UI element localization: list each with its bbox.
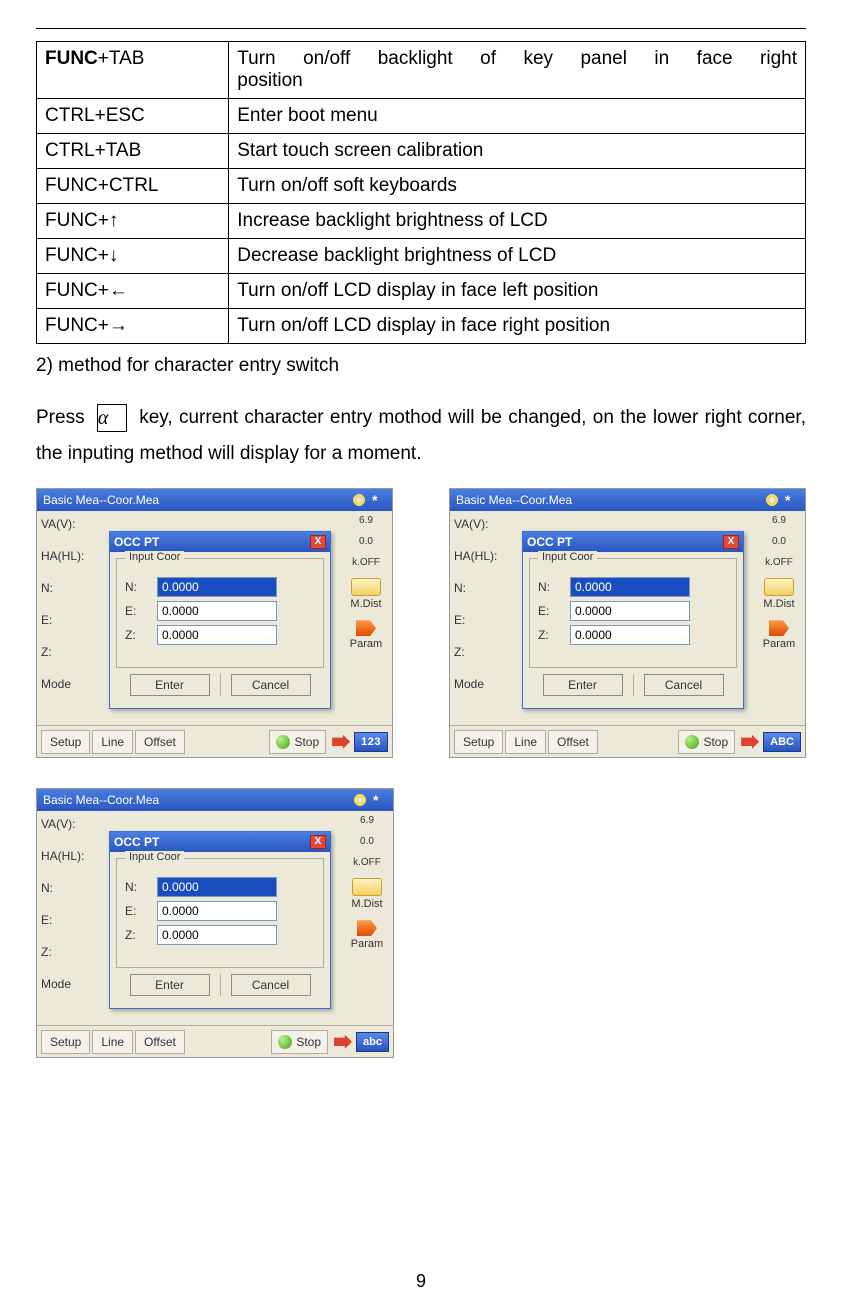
param-icon[interactable] bbox=[356, 620, 376, 636]
line-button[interactable]: Line bbox=[92, 1030, 133, 1054]
e-input[interactable] bbox=[157, 601, 277, 621]
setup-button[interactable]: Setup bbox=[41, 1030, 90, 1054]
shortcut-desc: Turn on/off soft keyboards bbox=[229, 169, 806, 204]
dialog-titlebar: OCC PT X bbox=[110, 532, 330, 552]
right-strip: 6.9 0.0 k.OFF M.Dist Param bbox=[342, 511, 390, 727]
table-row: CTRL+TAB Start touch screen calibration bbox=[37, 134, 806, 169]
n-input[interactable] bbox=[570, 577, 690, 597]
e-input[interactable] bbox=[570, 601, 690, 621]
offset-button[interactable]: Offset bbox=[135, 730, 185, 754]
table-row: CTRL+ESC Enter boot menu bbox=[37, 99, 806, 134]
press-paragraph: Press α key, current character entry mot… bbox=[36, 400, 806, 472]
input-mode-badge[interactable]: ABC bbox=[763, 732, 801, 752]
close-icon[interactable]: X bbox=[723, 535, 739, 549]
shortcut-desc: Start touch screen calibration bbox=[229, 134, 806, 169]
shortcuts-table: FUNC+TAB Turn on/off backlight of key pa… bbox=[36, 41, 806, 344]
bluetooth-icon: * bbox=[372, 493, 386, 507]
offset-button[interactable]: Offset bbox=[548, 730, 598, 754]
z-input[interactable] bbox=[570, 625, 690, 645]
window-title: Basic Mea--Coor.Mea bbox=[43, 493, 159, 507]
offset-button[interactable]: Offset bbox=[135, 1030, 185, 1054]
z-input[interactable] bbox=[157, 925, 277, 945]
mdist-icon[interactable] bbox=[351, 578, 381, 596]
close-icon[interactable]: X bbox=[310, 535, 326, 549]
gear-icon bbox=[352, 493, 366, 507]
mdist-icon[interactable] bbox=[352, 878, 382, 896]
table-row: FUNC+→ Turn on/off LCD display in face r… bbox=[37, 309, 806, 344]
gear-icon bbox=[765, 493, 779, 507]
bluetooth-icon: * bbox=[785, 493, 799, 507]
table-row: FUNC+TAB Turn on/off backlight of key pa… bbox=[37, 42, 806, 99]
param-icon[interactable] bbox=[357, 920, 377, 936]
stop-icon bbox=[278, 1035, 292, 1049]
key-rest: +TAB bbox=[98, 48, 145, 69]
line-button[interactable]: Line bbox=[505, 730, 546, 754]
setup-button[interactable]: Setup bbox=[41, 730, 90, 754]
table-row: FUNC+↑ Increase backlight brightness of … bbox=[37, 204, 806, 239]
e-input[interactable] bbox=[157, 901, 277, 921]
screenshot-abc-upper: Basic Mea--Coor.Mea* VA(V): HA(HL): N: E… bbox=[449, 488, 806, 758]
toolbar: Setup Line Offset Stop 123 bbox=[37, 725, 392, 757]
key-bold: FUNC bbox=[45, 48, 98, 69]
line-button[interactable]: Line bbox=[92, 730, 133, 754]
param-icon[interactable] bbox=[769, 620, 789, 636]
left-labels: VA(V): HA(HL): N: E: Z: Mode bbox=[37, 511, 97, 727]
red-arrow-icon bbox=[334, 1035, 352, 1049]
titlebar: Basic Mea--Coor.Mea * bbox=[37, 489, 392, 511]
shortcut-desc: Turn on/off LCD display in face left pos… bbox=[229, 274, 806, 309]
key-cell: FUNC+← bbox=[37, 274, 229, 309]
press-text-2: key, current character entry mothod will… bbox=[36, 407, 806, 464]
mdist-icon[interactable] bbox=[764, 578, 794, 596]
press-text-1: Press bbox=[36, 407, 85, 428]
bluetooth-icon: * bbox=[373, 793, 387, 807]
stop-icon bbox=[685, 735, 699, 749]
gear-icon bbox=[353, 793, 367, 807]
cancel-button[interactable]: Cancel bbox=[231, 974, 311, 996]
table-row: FUNC+CTRL Turn on/off soft keyboards bbox=[37, 169, 806, 204]
fieldset-legend: Input Coor bbox=[125, 551, 184, 563]
key-cell: CTRL+TAB bbox=[37, 134, 229, 169]
enter-button[interactable]: Enter bbox=[543, 674, 623, 696]
key-cell: FUNC+→ bbox=[37, 309, 229, 344]
close-icon[interactable]: X bbox=[310, 835, 326, 849]
red-arrow-icon bbox=[332, 735, 350, 749]
screenshot-123: Basic Mea--Coor.Mea * VA(V): HA(HL): N: … bbox=[36, 488, 393, 758]
input-mode-badge[interactable]: 123 bbox=[354, 732, 388, 752]
stop-button[interactable]: Stop bbox=[678, 730, 735, 754]
shortcut-desc: Increase backlight brightness of LCD bbox=[229, 204, 806, 239]
occ-pt-dialog: OCC PT X Input Coor N: E: Z: Enter Cance… bbox=[109, 531, 331, 709]
table-row: FUNC+↓ Decrease backlight brightness of … bbox=[37, 239, 806, 274]
setup-button[interactable]: Setup bbox=[454, 730, 503, 754]
screenshot-abc-lower: Basic Mea--Coor.Mea* VA(V): HA(HL): N: E… bbox=[36, 788, 394, 1058]
table-row: FUNC+← Turn on/off LCD display in face l… bbox=[37, 274, 806, 309]
n-input[interactable] bbox=[157, 877, 277, 897]
method-heading: 2) method for character entry switch bbox=[36, 348, 806, 384]
shortcut-desc: Decrease backlight brightness of LCD bbox=[229, 239, 806, 274]
stop-button[interactable]: Stop bbox=[271, 1030, 328, 1054]
enter-button[interactable]: Enter bbox=[130, 674, 210, 696]
shortcut-desc: Turn on/off backlight of key panel in fa… bbox=[237, 48, 797, 70]
key-cell: FUNC+↓ bbox=[37, 239, 229, 274]
alpha-key-icon: α bbox=[97, 404, 127, 432]
enter-button[interactable]: Enter bbox=[130, 974, 210, 996]
key-cell: CTRL+ESC bbox=[37, 99, 229, 134]
stop-icon bbox=[276, 735, 290, 749]
n-input[interactable] bbox=[157, 577, 277, 597]
red-arrow-icon bbox=[741, 735, 759, 749]
z-input[interactable] bbox=[157, 625, 277, 645]
shortcut-desc: Enter boot menu bbox=[229, 99, 806, 134]
stop-button[interactable]: Stop bbox=[269, 730, 326, 754]
cancel-button[interactable]: Cancel bbox=[231, 674, 311, 696]
cancel-button[interactable]: Cancel bbox=[644, 674, 724, 696]
key-cell: FUNC+CTRL bbox=[37, 169, 229, 204]
shortcut-desc: Turn on/off LCD display in face right po… bbox=[229, 309, 806, 344]
page-number: 9 bbox=[416, 1271, 426, 1292]
input-mode-badge[interactable]: abc bbox=[356, 1032, 389, 1052]
key-cell: FUNC+↑ bbox=[37, 204, 229, 239]
